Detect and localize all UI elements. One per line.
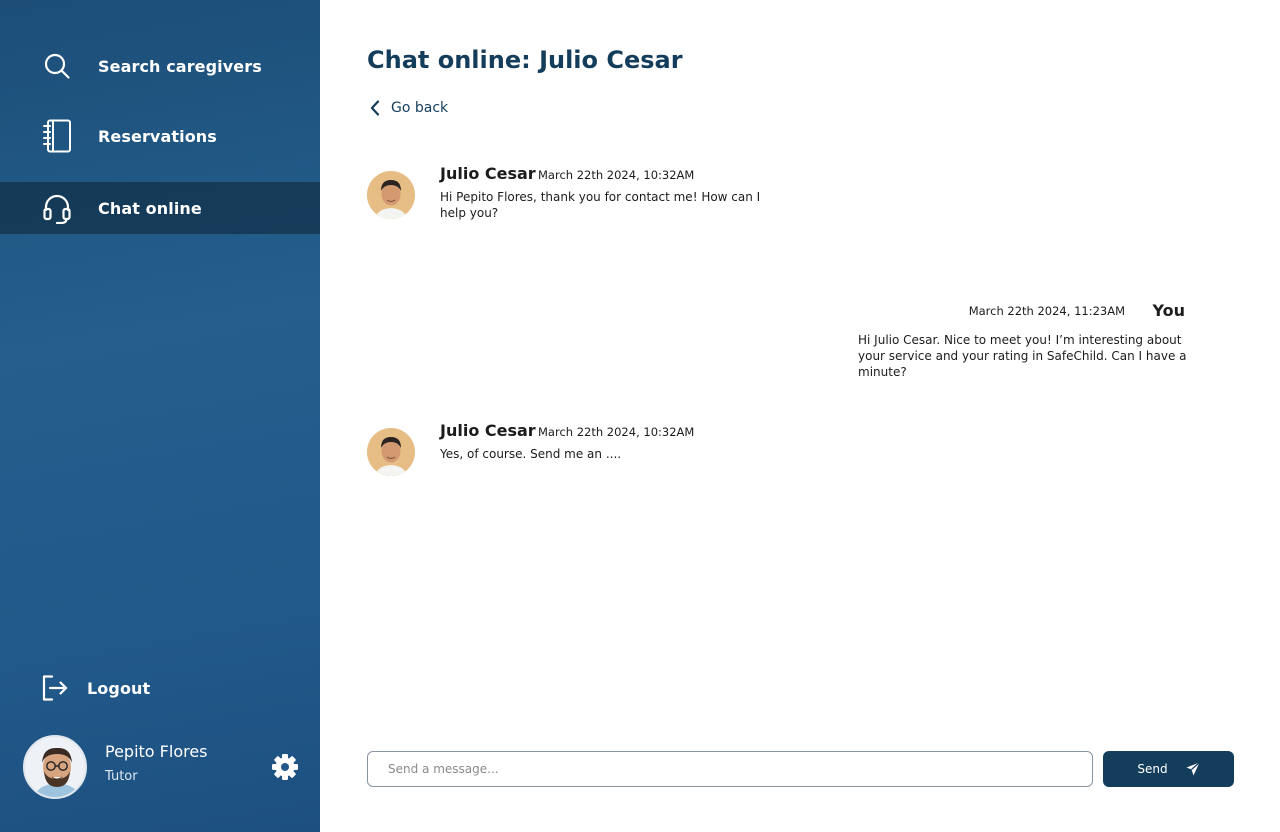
user-avatar[interactable] xyxy=(23,735,87,799)
sidebar-item-label: Chat online xyxy=(98,198,202,218)
go-back-link[interactable]: Go back xyxy=(370,97,448,119)
go-back-label: Go back xyxy=(391,100,449,116)
contact-avatar[interactable] xyxy=(367,428,415,476)
notebook-icon xyxy=(42,119,72,153)
message-timestamp: March 22th 2024, 11:23AM xyxy=(968,304,1125,318)
contact-avatar[interactable] xyxy=(367,171,415,219)
search-icon xyxy=(42,49,72,83)
logout-icon xyxy=(40,671,70,705)
message-text: Hi Pepito Flores, thank you for contact … xyxy=(440,190,761,220)
message-timestamp: March 22th 2024, 10:32AM xyxy=(538,425,695,439)
message-incoming: Julio Cesar March 22th 2024, 10:32AM Hi … xyxy=(367,164,787,231)
send-button[interactable]: Send xyxy=(1103,751,1234,787)
paper-plane-icon xyxy=(1186,762,1200,776)
sidebar-item-label: Search caregivers xyxy=(98,56,262,76)
message-sender: You xyxy=(1152,301,1186,320)
message-sender: Julio Cesar xyxy=(440,164,536,183)
page-title: Chat online: Julio Cesar xyxy=(367,46,683,74)
message-text: Yes, of course. Send me an .... xyxy=(440,447,622,461)
chevron-left-icon xyxy=(370,99,384,117)
message-timestamp: March 22th 2024, 10:32AM xyxy=(538,168,695,182)
message-outgoing: March 22th 2024, 11:23AM You Hi Julio Ce… xyxy=(845,300,1187,379)
headset-icon xyxy=(42,191,72,225)
user-profile: Pepito Flores Tutor xyxy=(0,730,320,810)
sidebar-item-label: Reservations xyxy=(98,126,217,146)
sidebar-item-chat-online[interactable]: Chat online xyxy=(0,182,320,234)
sidebar: Search caregivers Reservations Chat onli xyxy=(0,0,320,832)
user-role: Tutor xyxy=(105,769,138,784)
sidebar-item-search-caregivers[interactable]: Search caregivers xyxy=(0,40,320,92)
gear-icon[interactable] xyxy=(270,752,300,782)
logout-button[interactable]: Logout xyxy=(0,666,320,710)
message-incoming: Julio Cesar March 22th 2024, 10:32AM Yes… xyxy=(367,421,787,478)
send-button-label: Send xyxy=(1137,762,1168,776)
logout-label: Logout xyxy=(87,679,151,698)
message-text: Hi Julio Cesar. Nice to meet you! I’m in… xyxy=(858,333,1187,379)
user-name: Pepito Flores xyxy=(105,742,208,761)
message-sender: Julio Cesar xyxy=(440,421,536,440)
sidebar-item-reservations[interactable]: Reservations xyxy=(0,110,320,162)
message-input[interactable] xyxy=(367,751,1093,787)
